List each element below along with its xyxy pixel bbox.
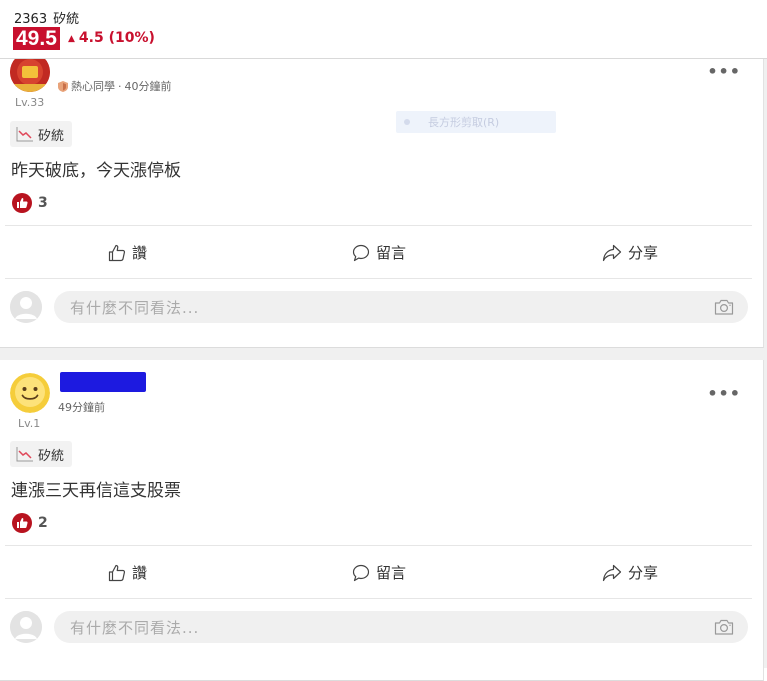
post-card: Lv.1 49分鐘前 ••• 矽統 連漲三天再信這支股票 2 讚 留言 分享 有… [0, 360, 764, 681]
post-content: 連漲三天再信這支股票 [11, 481, 181, 501]
trend-chart-icon [16, 447, 33, 462]
meta-separator: · [118, 79, 122, 93]
like-summary[interactable]: 3 [12, 193, 48, 213]
share-button[interactable]: 分享 [602, 242, 658, 263]
stock-price: 49.5 [13, 27, 60, 50]
redacted-username [60, 372, 146, 392]
divider [5, 598, 752, 599]
like-button[interactable]: 讚 [108, 562, 147, 583]
smiley-avatar-icon [10, 373, 50, 413]
share-button-label: 分享 [628, 564, 659, 582]
post-feed: Lv.33 熱心同學 · 40分鐘前 ••• 矽統 昨天破底，今天漲停板 3 讚… [0, 0, 767, 681]
thumbs-up-icon [108, 564, 126, 581]
camera-icon[interactable] [714, 298, 734, 316]
comment-input[interactable]: 有什麼不同看法... [54, 611, 748, 643]
snip-overlay-dot [404, 119, 410, 125]
price-change: ▲ 4.5 (10%) [68, 30, 155, 46]
more-icon[interactable]: ••• [707, 62, 741, 81]
stock-name: 矽統 [53, 12, 80, 27]
stock-tag[interactable]: 矽統 [10, 121, 73, 147]
comment-placeholder: 有什麼不同看法... [70, 618, 200, 637]
user-badge-label: 熱心同學 [71, 80, 115, 93]
author-avatar[interactable] [10, 373, 50, 413]
like-button-label: 讚 [132, 564, 148, 582]
share-button-label: 分享 [628, 244, 659, 262]
post-content: 昨天破底，今天漲停板 [11, 161, 181, 181]
thumbs-up-icon [108, 244, 126, 261]
comment-button[interactable]: 留言 [352, 242, 406, 263]
stock-code: 2363 [14, 12, 48, 27]
user-level: Lv.33 [15, 96, 45, 109]
share-icon [602, 244, 622, 261]
divider [5, 278, 752, 279]
share-icon [602, 564, 622, 581]
like-count: 2 [38, 515, 48, 531]
like-count: 3 [38, 195, 48, 211]
like-badge-icon [12, 193, 32, 213]
comment-input[interactable]: 有什麼不同看法... [54, 291, 748, 323]
post-meta: 49分鐘前 [58, 399, 105, 415]
trend-chart-icon [16, 127, 33, 142]
share-button[interactable]: 分享 [602, 562, 658, 583]
snip-overlay-label: 長方形剪取(R) [428, 116, 500, 129]
camera-icon[interactable] [714, 618, 734, 636]
comment-placeholder: 有什麼不同看法... [70, 298, 200, 317]
like-summary[interactable]: 2 [12, 513, 48, 533]
like-button[interactable]: 讚 [108, 242, 147, 263]
comment-button-label: 留言 [376, 564, 407, 582]
comment-icon [352, 244, 370, 261]
snip-overlay-hint: 長方形剪取(R) [396, 111, 556, 133]
shield-badge-icon [58, 80, 68, 92]
stock-tag-label: 矽統 [38, 128, 65, 144]
user-level: Lv.1 [18, 417, 41, 430]
stock-header: 2363 矽統 49.5 ▲ 4.5 (10%) [0, 0, 767, 59]
post-time: 40分鐘前 [124, 80, 172, 93]
like-button-label: 讚 [132, 244, 148, 262]
like-badge-icon [12, 513, 32, 533]
up-triangle-icon: ▲ [68, 34, 75, 44]
stock-title[interactable]: 2363 矽統 [14, 8, 85, 27]
post-time: 49分鐘前 [58, 401, 105, 414]
more-icon[interactable]: ••• [707, 384, 741, 403]
default-avatar-icon [10, 611, 42, 643]
comment-button[interactable]: 留言 [352, 562, 406, 583]
post-card: Lv.33 熱心同學 · 40分鐘前 ••• 矽統 昨天破底，今天漲停板 3 讚… [0, 40, 764, 348]
price-change-value: 4.5 (10%) [78, 30, 155, 46]
divider [5, 545, 752, 546]
post-meta: 熱心同學 · 40分鐘前 [58, 78, 172, 94]
comment-icon [352, 564, 370, 581]
stock-tag-label: 矽統 [38, 448, 65, 464]
divider [5, 225, 752, 226]
default-avatar-icon [10, 291, 42, 323]
stock-tag[interactable]: 矽統 [10, 441, 73, 467]
comment-button-label: 留言 [376, 244, 407, 262]
